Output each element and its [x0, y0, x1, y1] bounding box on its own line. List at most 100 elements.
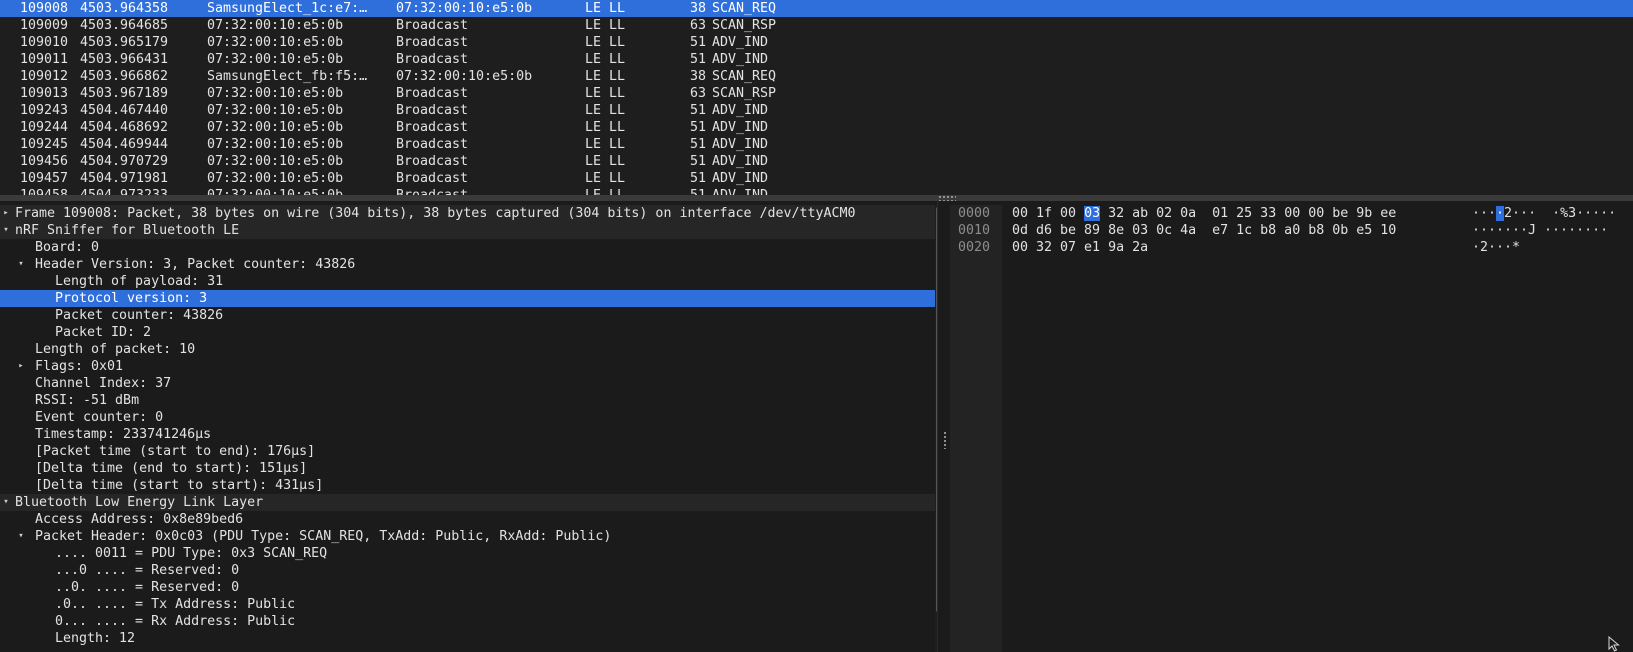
packet-details-tree[interactable]: ▸ Frame 109008: Packet, 38 bytes on wire … — [0, 205, 935, 652]
tree-item[interactable]: ▾ nRF Sniffer for Bluetooth LE — [0, 222, 935, 239]
packet-row[interactable]: 109013 4503.967189 07:32:00:10:e5:0b Broadc… — [0, 85, 1633, 102]
tree-item[interactable]: Packet ID: 2 — [0, 324, 935, 341]
tree-item[interactable]: Channel Index: 37 — [0, 375, 935, 392]
packet-row[interactable]: 109245 4504.469944 07:32:00:10:e5:0b Broadc… — [0, 136, 1633, 153]
packet-time: 4504.970729 — [80, 154, 169, 169]
tree-item[interactable]: ▸ Flags: 0x01 — [0, 358, 935, 375]
packet-list[interactable]: 109008 4503.964358 SamsungElect_1c:e7:… 07:… — [0, 0, 1633, 195]
tree-item[interactable]: ...0 .... = Reserved: 0 — [0, 562, 935, 579]
packet-length: 51 — [689, 154, 706, 169]
packet-info: ADV_IND — [712, 52, 769, 67]
tree-item[interactable]: 0... .... = Rx Address: Public — [0, 613, 935, 630]
packet-row[interactable]: 109012 4503.966862 SamsungElect_fb:f5:… 07:… — [0, 68, 1633, 85]
tree-item[interactable]: Event counter: 0 — [0, 409, 935, 426]
tree-item[interactable]: RSSI: -51 dBm — [0, 392, 935, 409]
tree-item-label: ..0. .... = Reserved: 0 — [55, 580, 240, 595]
tree-item[interactable]: Timestamp: 233741246µs — [0, 426, 935, 443]
tree-item[interactable]: Access Address: 0x8e89bed6 — [0, 511, 935, 528]
packet-source: 07:32:00:10:e5:0b — [207, 137, 344, 152]
packet-source: 07:32:00:10:e5:0b — [207, 86, 344, 101]
packet-number: 109243 — [20, 103, 69, 118]
packet-protocol: LE LL — [585, 103, 626, 118]
collapse-arrow-icon[interactable]: ▸ — [0, 205, 12, 222]
tree-item[interactable]: ▾ Packet Header: 0x0c03 (PDU Type: SCAN_R… — [0, 528, 935, 545]
packet-source: SamsungElect_1c:e7:… — [207, 1, 368, 16]
hex-ascii[interactable]: ····2··· ·%3····· — [1472, 205, 1616, 222]
packet-time: 4504.469944 — [80, 137, 169, 152]
tree-item-label: 0... .... = Rx Address: Public — [55, 614, 296, 629]
packet-destination: Broadcast — [396, 137, 469, 152]
hex-ascii[interactable]: ·······J ········ — [1472, 222, 1608, 239]
hex-byte-highlight[interactable]: 03 — [1084, 206, 1101, 221]
tree-item[interactable]: Packet counter: 43826 — [0, 307, 935, 324]
packet-length: 51 — [689, 52, 706, 67]
packet-destination: Broadcast — [396, 86, 469, 101]
hex-bytes-text: 0d d6 be 89 8e 03 0c 4a e7 1c b8 a0 b8 0… — [1012, 223, 1397, 238]
packet-length: 51 — [689, 120, 706, 135]
packet-destination: Broadcast — [396, 18, 469, 33]
packet-row[interactable]: 109456 4504.970729 07:32:00:10:e5:0b Broadc… — [0, 153, 1633, 170]
vertical-splitter[interactable] — [937, 201, 950, 652]
hex-ascii-highlight[interactable]: · — [1496, 206, 1505, 221]
packet-number: 109245 — [20, 137, 69, 152]
expand-arrow-icon[interactable]: ▾ — [15, 256, 27, 273]
horizontal-splitter[interactable] — [0, 195, 1633, 201]
tree-item[interactable]: Board: 0 — [0, 239, 935, 256]
packet-source: 07:32:00:10:e5:0b — [207, 52, 344, 67]
packet-row[interactable]: 109010 4503.965179 07:32:00:10:e5:0b Broadc… — [0, 34, 1633, 51]
tree-item[interactable]: Length: 12 — [0, 630, 935, 647]
tree-item[interactable]: [Delta time (start to start): 431µs] — [0, 477, 935, 494]
tree-item[interactable]: [Delta time (end to start): 151µs] — [0, 460, 935, 477]
tree-item-label: Access Address: 0x8e89bed6 — [35, 512, 244, 527]
expand-arrow-icon[interactable]: ▾ — [15, 528, 27, 545]
packet-info: SCAN_RSP — [712, 86, 777, 101]
packet-info: ADV_IND — [712, 154, 769, 169]
packet-row[interactable]: 109009 4503.964685 07:32:00:10:e5:0b Broadc… — [0, 17, 1633, 34]
packet-protocol: LE LL — [585, 187, 665, 195]
packet-destination: 07:32:00:10:e5:0b — [396, 1, 533, 16]
tree-item[interactable]: .... 0011 = PDU Type: 0x3 SCAN_REQ — [0, 545, 935, 562]
tree-item[interactable]: Length of packet: 10 — [0, 341, 935, 358]
tree-item-label: Header Version: 3, Packet counter: 43826 — [35, 257, 356, 272]
packet-number: 109457 — [20, 171, 69, 186]
packet-row[interactable]: 109011 4503.966431 07:32:00:10:e5:0b Broadc… — [0, 51, 1633, 68]
packet-row[interactable]: 109457 4504.971981 07:32:00:10:e5:0b Broadc… — [0, 170, 1633, 187]
tree-item[interactable]: ..0. .... = Reserved: 0 — [0, 579, 935, 596]
packet-protocol: LE LL — [585, 171, 626, 186]
hex-ascii-text: ··· — [1472, 206, 1497, 221]
tree-item-label: Packet counter: 43826 — [55, 308, 224, 323]
tree-item[interactable]: ▾ Header Version: 3, Packet counter: 4382… — [0, 256, 935, 273]
hex-offset-column — [950, 205, 1002, 652]
tree-item-label: Packet Header: 0x0c03 (PDU Type: SCAN_RE… — [35, 529, 612, 544]
packet-row[interactable]: 109243 4504.467440 07:32:00:10:e5:0b Broadc… — [0, 102, 1633, 119]
packet-row[interactable]: 109008 4503.964358 SamsungElect_1c:e7:… 07:… — [0, 0, 1633, 17]
packet-info: SCAN_REQ — [712, 69, 777, 84]
tree-item[interactable]: .0.. .... = Tx Address: Public — [0, 596, 935, 613]
collapse-arrow-icon[interactable]: ▸ — [15, 358, 27, 375]
tree-item[interactable]: Protocol version: 3 — [0, 290, 935, 307]
hex-offset: 0020 — [958, 240, 991, 255]
packet-destination: Broadcast — [396, 35, 469, 50]
hex-bytes[interactable]: 00 1f 00 03 32 ab 02 0a 01 25 33 00 00 b… — [1012, 205, 1396, 222]
packet-info: ADV_IND — [712, 120, 769, 135]
hex-ascii-text: 2··· ·%3····· — [1504, 206, 1617, 221]
hex-ascii-text: ·······J ········ — [1472, 223, 1609, 238]
tree-item[interactable]: Length of payload: 31 — [0, 273, 935, 290]
packet-destination: Broadcast — [396, 187, 581, 195]
tree-item-label: Frame 109008: Packet, 38 bytes on wire (… — [15, 206, 856, 221]
tree-item[interactable]: [Packet time (start to end): 176µs] — [0, 443, 935, 460]
tree-item[interactable]: ▸ Frame 109008: Packet, 38 bytes on wire … — [0, 205, 935, 222]
expand-arrow-icon[interactable]: ▾ — [0, 222, 12, 239]
packet-destination: Broadcast — [396, 154, 469, 169]
hex-bytes[interactable]: 00 32 07 e1 9a 2a — [1012, 239, 1148, 256]
packet-bytes-pane[interactable]: 0000 00 1f 00 03 32 ab 02 0a 01 25 33 00 … — [950, 205, 1633, 652]
packet-time: 4503.966431 — [80, 52, 169, 67]
tree-item-label: Timestamp: 233741246µs — [35, 427, 212, 442]
packet-row[interactable]: 1094584504.973233 07:32:00:10:e5:0b Broadc… — [0, 187, 1633, 195]
tree-item[interactable]: ▾ Bluetooth Low Energy Link Layer — [0, 494, 935, 511]
hex-bytes[interactable]: 0d d6 be 89 8e 03 0c 4a e7 1c b8 a0 b8 0… — [1012, 222, 1396, 239]
packet-row[interactable]: 109244 4504.468692 07:32:00:10:e5:0b Broadc… — [0, 119, 1633, 136]
hex-ascii[interactable]: ·2···* — [1472, 239, 1520, 256]
packet-number: 109458 — [20, 187, 78, 195]
expand-arrow-icon[interactable]: ▾ — [0, 494, 12, 511]
